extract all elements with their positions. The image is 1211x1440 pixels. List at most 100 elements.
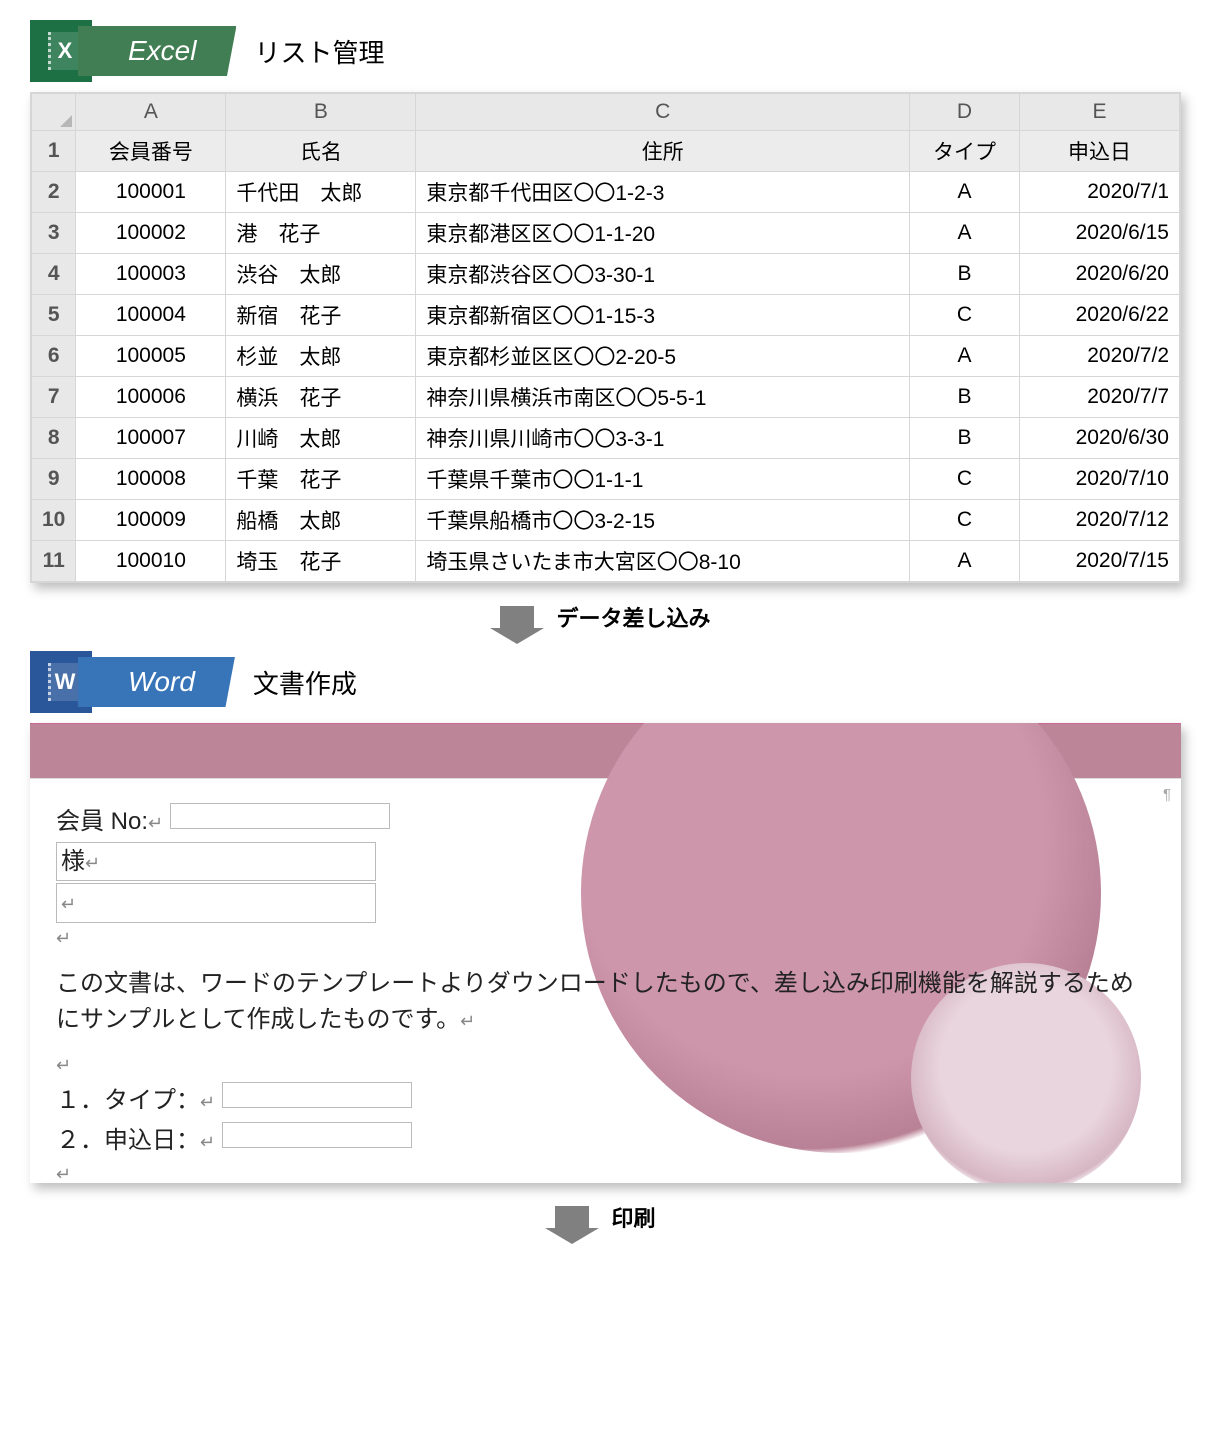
table-row: 11100010埼玉 花子埼玉県さいたま市大宮区〇〇8-10A2020/7/15	[32, 541, 1180, 582]
cell-date[interactable]: 2020/6/15	[1020, 213, 1180, 254]
col-B[interactable]: B	[226, 94, 416, 131]
date-label: ２．申込日：	[56, 1127, 200, 1154]
type-field[interactable]	[222, 1082, 412, 1108]
col-D[interactable]: D	[910, 94, 1020, 131]
arrow-merge: データ差し込み	[30, 601, 1181, 633]
hdr-address[interactable]: 住所	[416, 131, 910, 172]
row-num[interactable]: 8	[32, 418, 76, 459]
column-letter-row: A B C D E	[32, 94, 1180, 131]
name-field[interactable]: 様↵	[56, 842, 376, 881]
cell-address[interactable]: 神奈川県川崎市〇〇3-3-1	[416, 418, 910, 459]
cell-date[interactable]: 2020/7/2	[1020, 336, 1180, 377]
cell-type[interactable]: A	[910, 541, 1020, 582]
cell-date[interactable]: 2020/7/7	[1020, 377, 1180, 418]
cell-date[interactable]: 2020/7/12	[1020, 500, 1180, 541]
row-num[interactable]: 5	[32, 295, 76, 336]
cell-name[interactable]: 千代田 太郎	[226, 172, 416, 213]
cell-address[interactable]: 東京都杉並区区〇〇2-20-5	[416, 336, 910, 377]
row-num-1[interactable]: 1	[32, 131, 76, 172]
cell-type[interactable]: C	[910, 295, 1020, 336]
row-num[interactable]: 9	[32, 459, 76, 500]
cell-type[interactable]: C	[910, 459, 1020, 500]
excel-label: Excel	[78, 26, 236, 76]
cell-address[interactable]: 東京都港区区〇〇1-1-20	[416, 213, 910, 254]
cell-member-no[interactable]: 100003	[76, 254, 226, 295]
cell-address[interactable]: 東京都新宿区〇〇1-15-3	[416, 295, 910, 336]
hdr-type[interactable]: タイプ	[910, 131, 1020, 172]
cell-type[interactable]: B	[910, 418, 1020, 459]
type-line: １．タイプ：↵	[56, 1082, 1155, 1119]
select-all-corner[interactable]	[32, 94, 76, 131]
cell-name[interactable]: 新宿 花子	[226, 295, 416, 336]
row-num[interactable]: 11	[32, 541, 76, 582]
excel-section-title: リスト管理	[254, 33, 384, 70]
cell-type[interactable]: A	[910, 172, 1020, 213]
date-field[interactable]	[222, 1122, 412, 1148]
table-row: 8100007川崎 太郎神奈川県川崎市〇〇3-3-1B2020/6/30	[32, 418, 1180, 459]
hdr-name[interactable]: 氏名	[226, 131, 416, 172]
cell-member-no[interactable]: 100009	[76, 500, 226, 541]
cell-member-no[interactable]: 100006	[76, 377, 226, 418]
cell-name[interactable]: 川崎 太郎	[226, 418, 416, 459]
cell-member-no[interactable]: 100007	[76, 418, 226, 459]
cell-address[interactable]: 千葉県千葉市〇〇1-1-1	[416, 459, 910, 500]
member-no-field[interactable]	[170, 803, 390, 829]
excel-section-header: X Excel リスト管理	[30, 20, 1181, 82]
cell-date[interactable]: 2020/6/22	[1020, 295, 1180, 336]
cell-address[interactable]: 千葉県船橋市〇〇3-2-15	[416, 500, 910, 541]
date-line: ２．申込日：↵	[56, 1122, 1155, 1159]
cell-address[interactable]: 東京都渋谷区〇〇3-30-1	[416, 254, 910, 295]
cell-name[interactable]: 港 花子	[226, 213, 416, 254]
cell-date[interactable]: 2020/6/30	[1020, 418, 1180, 459]
table-row: 10100009船橋 太郎千葉県船橋市〇〇3-2-15C2020/7/12	[32, 500, 1180, 541]
cell-type[interactable]: B	[910, 254, 1020, 295]
name-line: 様↵	[56, 842, 1155, 881]
cell-member-no[interactable]: 100010	[76, 541, 226, 582]
cell-name[interactable]: 渋谷 太郎	[226, 254, 416, 295]
cell-name[interactable]: 千葉 花子	[226, 459, 416, 500]
cell-type[interactable]: C	[910, 500, 1020, 541]
row-num[interactable]: 4	[32, 254, 76, 295]
body-paragraph: この文書は、ワードのテンプレートよりダウンロードしたもので、差し込み印刷機能を解…	[56, 966, 1155, 1038]
doc-body[interactable]: 会員 No:↵ 様↵ ↵ ↵ この文書は、ワードのテンプレートよりダウンロードし…	[30, 779, 1181, 1183]
cell-member-no[interactable]: 100001	[76, 172, 226, 213]
cell-date[interactable]: 2020/7/15	[1020, 541, 1180, 582]
cell-member-no[interactable]: 100002	[76, 213, 226, 254]
excel-sheet: A B C D E 1 会員番号 氏名 住所 タイプ 申込日 2100001千代…	[30, 92, 1181, 583]
row-num[interactable]: 2	[32, 172, 76, 213]
row-num[interactable]: 7	[32, 377, 76, 418]
table-row: 2100001千代田 太郎東京都千代田区〇〇1-2-3A2020/7/1	[32, 172, 1180, 213]
col-C[interactable]: C	[416, 94, 910, 131]
cell-type[interactable]: A	[910, 336, 1020, 377]
cell-member-no[interactable]: 100004	[76, 295, 226, 336]
cell-address[interactable]: 東京都千代田区〇〇1-2-3	[416, 172, 910, 213]
row-num[interactable]: 3	[32, 213, 76, 254]
member-no-line: 会員 No:↵	[56, 803, 1155, 840]
cell-date[interactable]: 2020/7/1	[1020, 172, 1180, 213]
cell-name[interactable]: 埼玉 花子	[226, 541, 416, 582]
blank-line-2: ↵	[56, 1052, 1155, 1080]
cell-type[interactable]: B	[910, 377, 1020, 418]
cell-date[interactable]: 2020/7/10	[1020, 459, 1180, 500]
word-label: Word	[78, 657, 235, 707]
hdr-member-no[interactable]: 会員番号	[76, 131, 226, 172]
cell-name[interactable]: 横浜 花子	[226, 377, 416, 418]
word-section-title: 文書作成	[253, 664, 357, 701]
row-num[interactable]: 10	[32, 500, 76, 541]
col-E[interactable]: E	[1020, 94, 1180, 131]
cell-address[interactable]: 埼玉県さいたま市大宮区〇〇8-10	[416, 541, 910, 582]
cell-address[interactable]: 神奈川県横浜市南区〇〇5-5-1	[416, 377, 910, 418]
members-table: A B C D E 1 会員番号 氏名 住所 タイプ 申込日 2100001千代…	[31, 93, 1180, 582]
cell-name[interactable]: 杉並 太郎	[226, 336, 416, 377]
row-num[interactable]: 6	[32, 336, 76, 377]
hdr-date[interactable]: 申込日	[1020, 131, 1180, 172]
cell-type[interactable]: A	[910, 213, 1020, 254]
cell-member-no[interactable]: 100008	[76, 459, 226, 500]
cell-member-no[interactable]: 100005	[76, 336, 226, 377]
address-field[interactable]: ↵	[56, 883, 376, 922]
member-no-label: 会員 No:	[56, 808, 148, 835]
col-A[interactable]: A	[76, 94, 226, 131]
cell-date[interactable]: 2020/6/20	[1020, 254, 1180, 295]
header-row: 1 会員番号 氏名 住所 タイプ 申込日	[32, 131, 1180, 172]
cell-name[interactable]: 船橋 太郎	[226, 500, 416, 541]
